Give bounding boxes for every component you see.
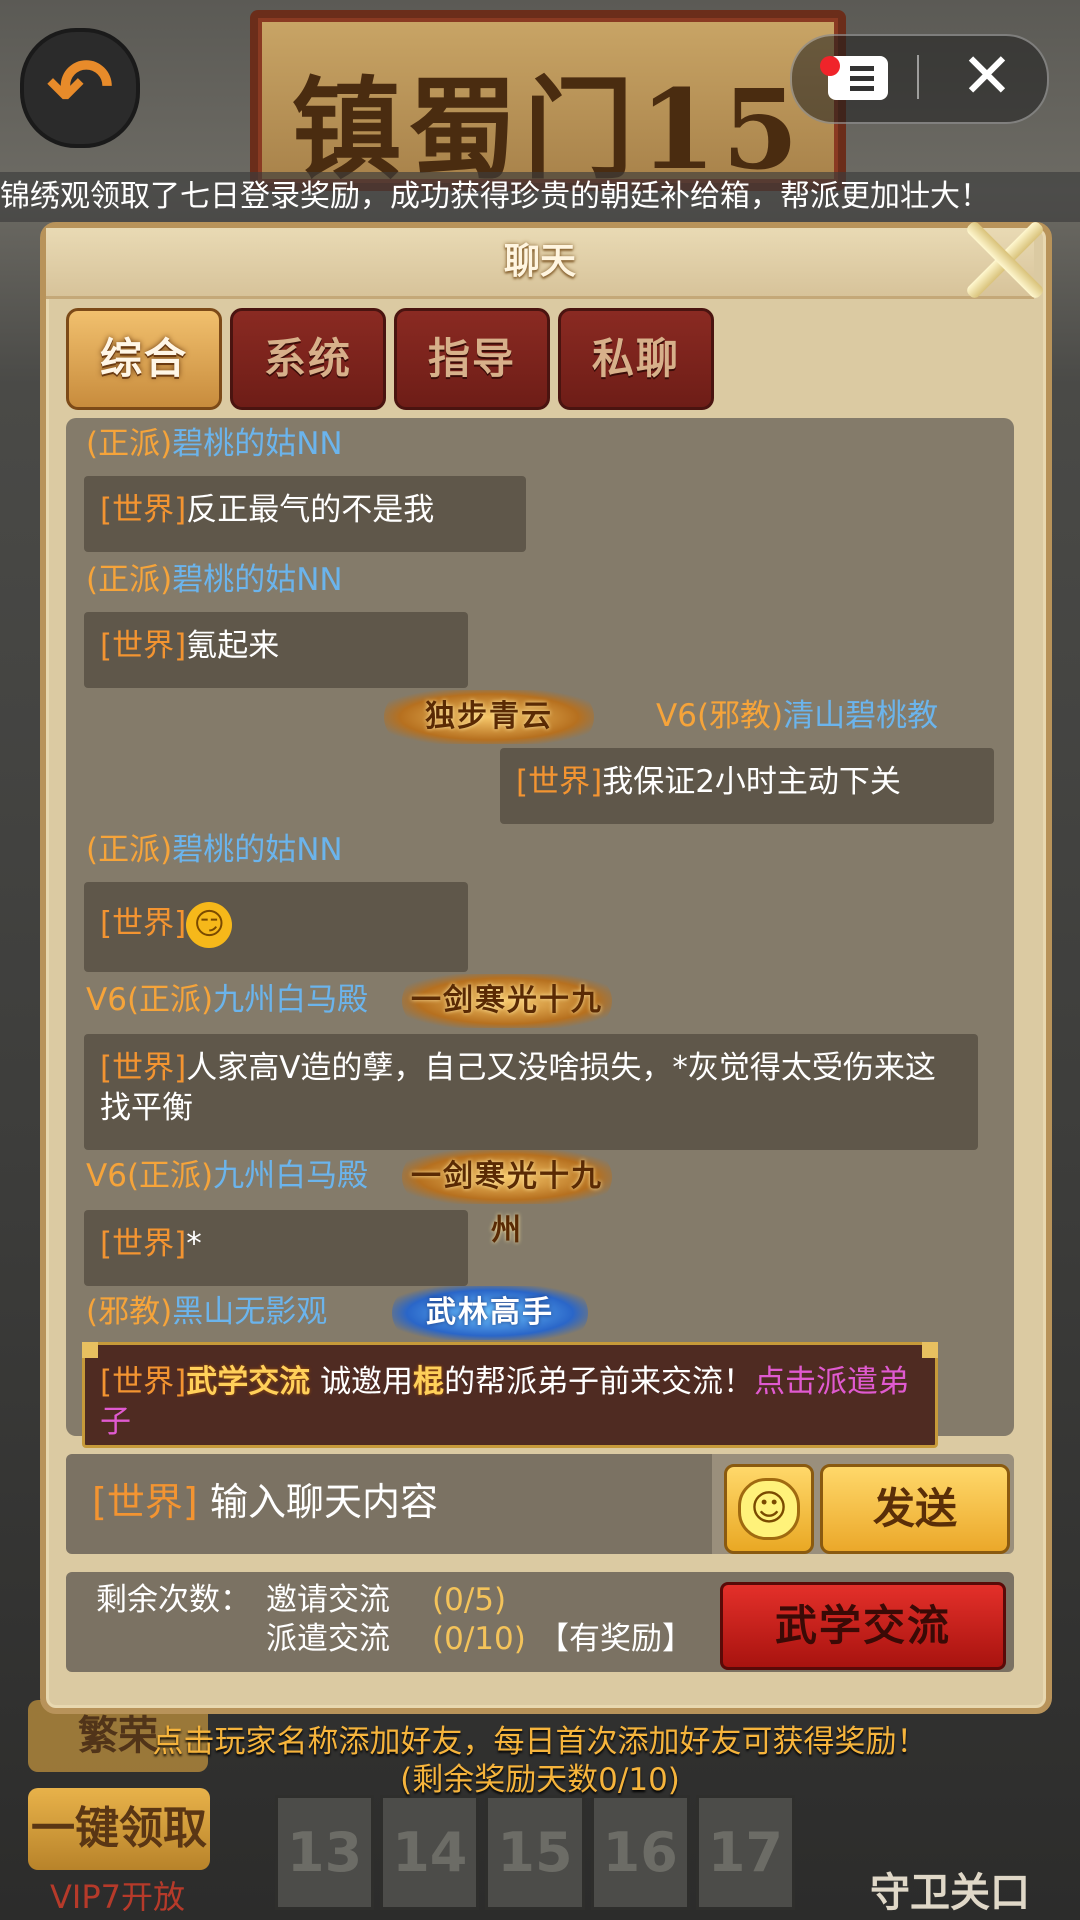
message-sender[interactable]: V6(正派)九州白马殿 xyxy=(86,1156,368,1196)
level-tile: 13 xyxy=(275,1795,375,1910)
chat-bubble: [世界]我保证2小时主动下关 xyxy=(500,748,994,824)
title-badge: 独步青云 xyxy=(384,690,594,744)
title-badge: 一剑寒光十九州 xyxy=(402,974,612,1072)
martial-exchange-button[interactable]: 武学交流 xyxy=(720,1582,1006,1670)
title-badge: 武林高手 xyxy=(392,1286,588,1340)
invite-exchange-label: 邀请交流 xyxy=(266,1582,390,1618)
chat-bubble: [世界] 😏 xyxy=(84,882,468,972)
level-tile: 17 xyxy=(695,1795,796,1910)
notification-dot xyxy=(820,56,840,76)
level-tile: 14 xyxy=(380,1795,480,1910)
tab-system[interactable]: 系统 xyxy=(230,308,386,410)
smiley-icon[interactable]: ☺ xyxy=(738,1478,800,1540)
back-arrow-icon: ↶ xyxy=(46,41,114,134)
chat-bubble: [世界]氪起来 xyxy=(84,612,468,688)
chat-bubble: [世界]* xyxy=(84,1210,468,1286)
capsule-divider xyxy=(917,55,919,99)
smirk-emoji-icon: 😏 xyxy=(186,902,233,948)
invite-exchange-count: (0/5) xyxy=(432,1582,507,1618)
tab-general[interactable]: 综合 xyxy=(66,308,222,410)
message-sender[interactable]: (正派)碧桃的姑NN xyxy=(86,830,343,870)
guard-pass-label: 守卫关口 xyxy=(870,1870,1030,1916)
chat-bubble: [世界]人家高V造的孽，自己又没啥损失，*灰觉得太受伤来这找平衡 xyxy=(84,1034,978,1150)
send-button[interactable]: 发送 xyxy=(820,1464,1010,1554)
friend-hint-text: 点击玩家名称添加好友，每日首次添加好友可获得奖励！ xyxy=(152,1724,928,1760)
dispatch-exchange-label: 派遣交流 xyxy=(266,1621,390,1657)
remaining-count-label: 剩余次数： xyxy=(96,1582,251,1618)
invite-card-text: [世界]武学交流 诚邀用棍的帮派弟子前来交流！点击派遣弟子 xyxy=(100,1364,910,1440)
chat-input-placeholder[interactable]: 输入聊天内容 xyxy=(210,1476,438,1528)
level-tile: 15 xyxy=(485,1795,585,1910)
reward-tag: 【有奖励】 xyxy=(538,1621,693,1657)
panel-close-icon[interactable] xyxy=(958,214,1050,306)
chat-tabs: 综合 系统 指导 私聊 xyxy=(66,308,714,410)
message-sender[interactable]: (正派)碧桃的姑NN xyxy=(86,424,343,464)
announcement-marquee: 锦绣观领取了七日登录奖励，成功获得珍贵的朝廷补给箱，帮派更加壮大！ xyxy=(0,172,1080,222)
message-sender[interactable]: (正派)碧桃的姑NN xyxy=(86,560,343,600)
message-sender[interactable]: V6(正派)九州白马殿 xyxy=(86,980,368,1020)
level-tile: 16 xyxy=(590,1795,690,1910)
message-sender[interactable]: V6(邪教)清山碧桃教 xyxy=(656,696,938,736)
reward-days-remaining: (剩余奖励天数0/10) xyxy=(400,1762,680,1798)
chat-message-list[interactable]: (正派)碧桃的姑NN [世界]反正最气的不是我 (正派)碧桃的姑NN [世界]氪… xyxy=(66,418,1014,1436)
vip-unlock-label: VIP7开放 xyxy=(50,1878,185,1916)
input-channel-label[interactable]: [世界] xyxy=(92,1476,198,1528)
chat-panel-title: 聊天 xyxy=(503,241,576,282)
close-icon[interactable]: ✕ xyxy=(955,44,1019,108)
dispatch-exchange-count: (0/10) xyxy=(432,1621,526,1657)
claim-all-button: 一键领取 xyxy=(28,1788,210,1870)
message-sender[interactable]: (邪教)黑山无影观 xyxy=(86,1292,327,1332)
tab-guide[interactable]: 指导 xyxy=(394,308,550,410)
tab-private[interactable]: 私聊 xyxy=(558,308,714,410)
title-badge: 一剑寒光十九州 xyxy=(402,1150,612,1248)
level-selector: 13 14 15 16 17 xyxy=(275,1795,796,1910)
chat-bubble: [世界]反正最气的不是我 xyxy=(84,476,526,552)
back-button[interactable]: ↶ xyxy=(20,28,140,148)
